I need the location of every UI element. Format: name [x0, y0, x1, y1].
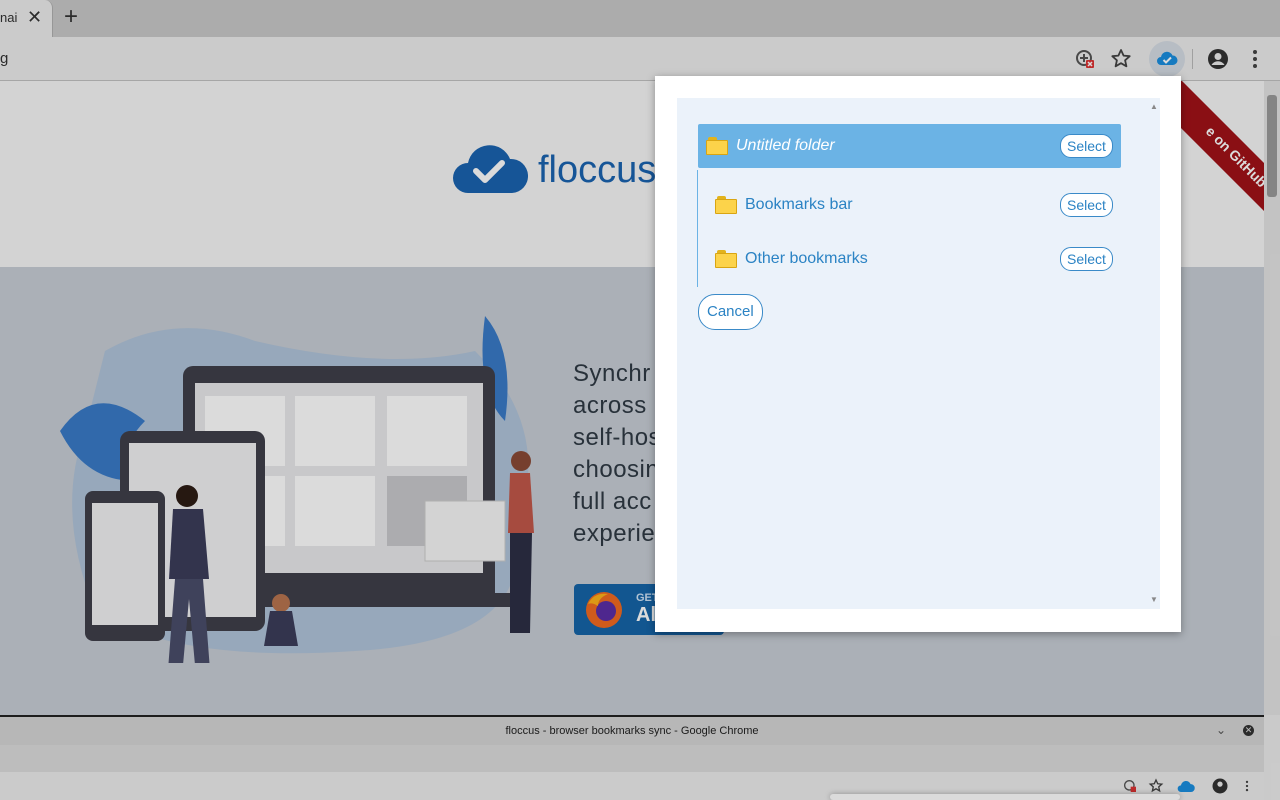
- tree-guide-line: [697, 170, 698, 287]
- folder-label: Bookmarks bar: [745, 196, 853, 213]
- floccus-popup: Untitled folder Select Bookmarks bar Sel…: [655, 76, 1181, 632]
- scroll-down-icon[interactable]: ▼: [1150, 595, 1158, 604]
- folder-row-other-bookmarks[interactable]: Other bookmarks Select: [715, 237, 1115, 281]
- popup-scrollbar[interactable]: ▲ ▼: [1147, 98, 1160, 609]
- folder-picker-panel: Untitled folder Select Bookmarks bar Sel…: [677, 98, 1160, 609]
- folder-open-icon: [706, 137, 728, 155]
- select-button[interactable]: Select: [1060, 134, 1113, 158]
- folder-label: Other bookmarks: [745, 250, 868, 267]
- folder-icon: [715, 250, 737, 268]
- cancel-button[interactable]: Cancel: [698, 294, 763, 330]
- scroll-up-icon[interactable]: ▲: [1150, 102, 1158, 111]
- select-button[interactable]: Select: [1060, 193, 1113, 217]
- folder-icon: [715, 196, 737, 214]
- folder-label: Untitled folder: [736, 137, 835, 154]
- folder-row-bookmarks-bar[interactable]: Bookmarks bar Select: [715, 183, 1115, 227]
- folder-row-untitled[interactable]: Untitled folder Select: [698, 124, 1121, 168]
- select-button[interactable]: Select: [1060, 247, 1113, 271]
